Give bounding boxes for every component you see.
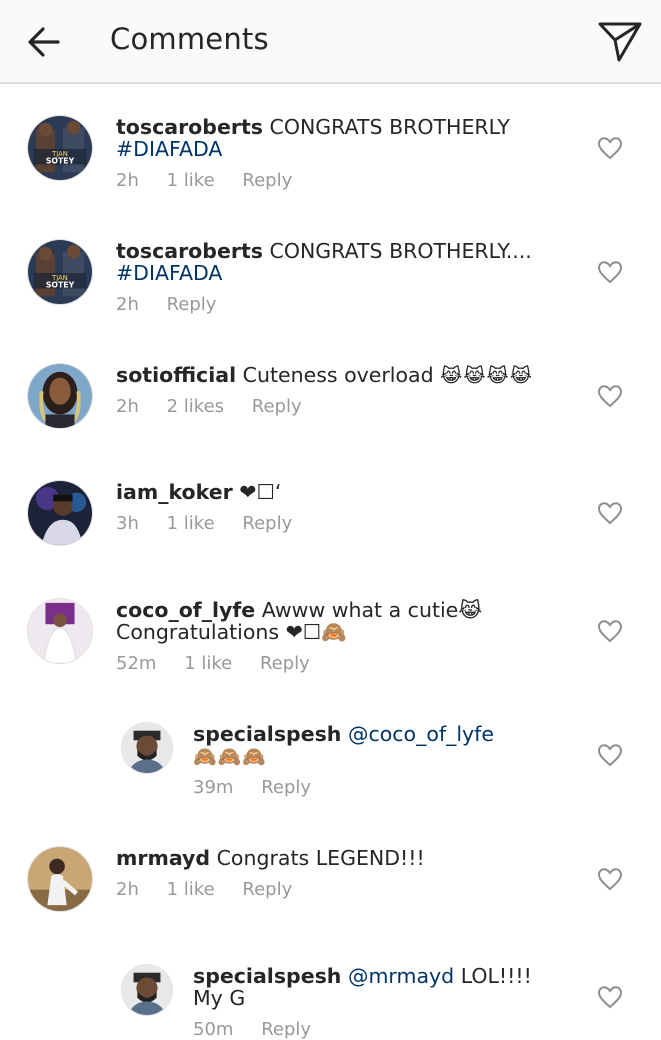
hashtag-link[interactable]: #DIAFADA <box>116 261 222 285</box>
reply-button[interactable]: Reply <box>242 513 292 534</box>
mention-link[interactable]: @mrmayd <box>348 964 454 988</box>
heart-icon[interactable] <box>596 258 624 286</box>
like-count-button[interactable]: 2 likes <box>167 396 224 417</box>
comment-body-line2: My G <box>193 986 246 1010</box>
comment-text: toscaroberts CONGRATS BROTHERLY #DIAFADA <box>116 116 576 160</box>
avatar[interactable] <box>27 480 93 546</box>
comment-body-line2: Congratulations ❤☐🙈 <box>116 620 347 644</box>
comment-time: 2h <box>116 170 139 191</box>
top-bar: Comments <box>0 0 661 84</box>
avatar[interactable]: TJAN SOTEY <box>27 239 93 305</box>
heart-icon[interactable] <box>596 865 624 893</box>
reply-button[interactable]: Reply <box>261 1019 311 1040</box>
emoji-text: 😹😹😹😹 <box>440 365 533 387</box>
comment-meta: 2h 1 like Reply <box>116 170 292 191</box>
like-count-button[interactable]: 1 like <box>167 513 215 534</box>
comment-body: CONGRATS BROTHERLY.... <box>269 239 532 263</box>
avatar[interactable] <box>27 363 93 429</box>
reply-button[interactable]: Reply <box>252 396 302 417</box>
comment-meta: 39m Reply <box>193 777 311 798</box>
comment-username[interactable]: iam_koker <box>116 480 233 504</box>
heart-icon[interactable] <box>596 617 624 645</box>
comment-text: mrmayd Congrats LEGEND!!! <box>116 847 576 869</box>
avatar[interactable] <box>27 598 93 664</box>
comment-time: 50m <box>193 1019 234 1040</box>
comment-meta: 2h Reply <box>116 294 216 315</box>
send-button[interactable] <box>597 18 643 64</box>
reply-button[interactable]: Reply <box>242 879 292 900</box>
comment-username[interactable]: toscaroberts <box>116 115 263 139</box>
comment-meta: 52m 1 like Reply <box>116 653 310 674</box>
heart-icon[interactable] <box>596 499 624 527</box>
avatar[interactable] <box>121 964 173 1016</box>
comment-username[interactable]: specialspesh <box>193 964 341 988</box>
comment-username[interactable]: specialspesh <box>193 722 341 746</box>
reply-button[interactable]: Reply <box>261 777 311 798</box>
comment-body: Congrats LEGEND!!! <box>216 846 425 870</box>
emoji-text: 🙈🙈🙈 <box>193 746 267 768</box>
comment-body: CONGRATS BROTHERLY <box>269 115 510 139</box>
comment-username[interactable]: coco_of_lyfe <box>116 598 255 622</box>
hashtag-link[interactable]: #DIAFADA <box>116 137 222 161</box>
comment-text: specialspesh @mrmayd LOL!!!! My G <box>193 965 578 1009</box>
like-count-button[interactable]: 1 like <box>184 653 232 674</box>
like-count-button[interactable]: 1 like <box>167 879 215 900</box>
comment-body: Cuteness overload <box>242 363 434 387</box>
comment-body: LOL!!!! <box>460 964 532 988</box>
comment-username[interactable]: toscaroberts <box>116 239 263 263</box>
comment-time: 2h <box>116 396 139 417</box>
comment-body: Awww what a cutie😹 <box>261 598 483 622</box>
comment-username[interactable]: sotiofficial <box>116 363 236 387</box>
heart-icon[interactable] <box>596 741 624 769</box>
like-count-button[interactable]: 1 like <box>167 170 215 191</box>
avatar[interactable]: TJAN SOTEY <box>27 115 93 181</box>
heart-icon[interactable] <box>596 983 624 1011</box>
comment-time: 2h <box>116 294 139 315</box>
comment-meta: 3h 1 like Reply <box>116 513 292 534</box>
comment-text: iam_koker ❤☐‘ <box>116 481 576 503</box>
comment-text: sotiofficial Cuteness overload 😹😹😹😹 <box>116 364 576 387</box>
arrow-left-icon <box>28 27 60 57</box>
heart-icon[interactable] <box>596 134 624 162</box>
svg-text:SOTEY: SOTEY <box>46 281 75 290</box>
heart-icon[interactable] <box>596 382 624 410</box>
comment-username[interactable]: mrmayd <box>116 846 210 870</box>
comment-meta: 50m Reply <box>193 1019 311 1040</box>
comment-body: ❤☐‘ <box>239 480 282 504</box>
comment-time: 39m <box>193 777 234 798</box>
reply-button[interactable]: Reply <box>242 170 292 191</box>
page-title: Comments <box>110 22 269 56</box>
comment-text: toscaroberts CONGRATS BROTHERLY.... #DIA… <box>116 240 576 284</box>
comment-text: coco_of_lyfe Awww what a cutie😹 Congratu… <box>116 599 576 643</box>
paper-plane-icon <box>598 22 642 62</box>
comment-meta: 2h 1 like Reply <box>116 879 292 900</box>
comment-text: specialspesh @coco_of_lyfe 🙈🙈🙈 <box>193 723 578 768</box>
reply-button[interactable]: Reply <box>260 653 310 674</box>
mention-link[interactable]: @coco_of_lyfe <box>348 722 494 746</box>
comment-time: 3h <box>116 513 139 534</box>
back-button[interactable] <box>22 20 66 64</box>
avatar[interactable] <box>121 722 173 774</box>
avatar[interactable] <box>27 846 93 912</box>
comment-time: 2h <box>116 879 139 900</box>
svg-text:SOTEY: SOTEY <box>46 157 75 166</box>
reply-button[interactable]: Reply <box>167 294 217 315</box>
comment-time: 52m <box>116 653 157 674</box>
comment-meta: 2h 2 likes Reply <box>116 396 302 417</box>
